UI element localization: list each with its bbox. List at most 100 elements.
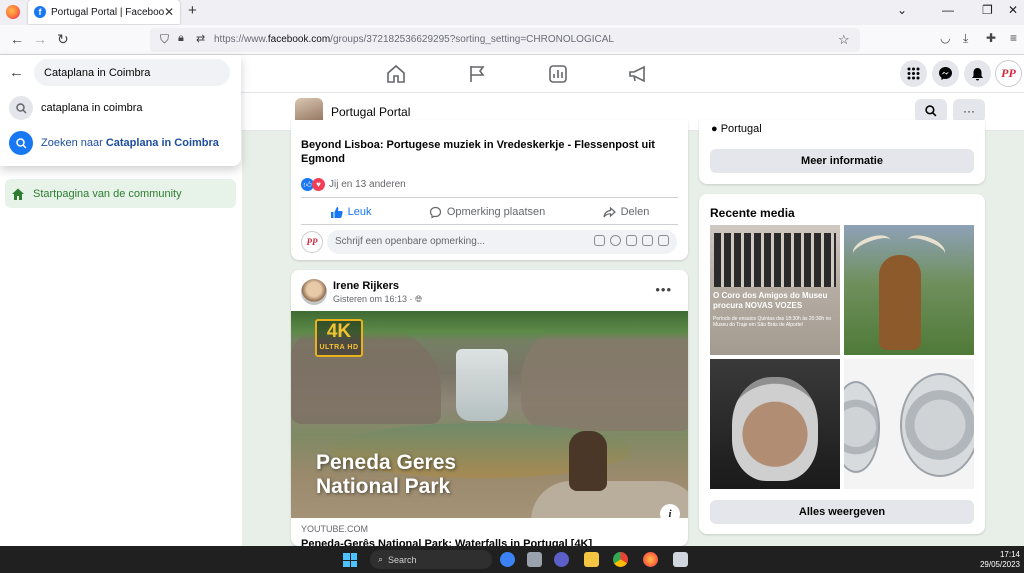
url-text: https://www.facebook.com/groups/37218253… (214, 34, 614, 45)
video-title-overlay: Peneda Geres National Park (316, 451, 457, 498)
search-icon: ⌕ (378, 554, 389, 564)
link-title[interactable]: Beyond Lisboa: Portugese muziek in Vrede… (301, 138, 671, 166)
link-source: YOUTUBE.COM (301, 524, 369, 534)
close-window-icon[interactable]: ✕ (1008, 3, 1018, 17)
commenter-avatar[interactable]: PP (301, 231, 323, 253)
profile-avatar[interactable]: PP (995, 60, 1022, 87)
notifications-bell-icon[interactable] (964, 60, 991, 87)
minimize-icon[interactable]: — (942, 3, 954, 17)
browser-tab-strip: f Portugal Portal | Facebook ✕ + ⌄ — ❐ ✕ (0, 0, 1024, 25)
post-card: Irene Rijkers Gisteren om 16:13 · 🌐︎ •••… (291, 270, 688, 546)
4k-badge: 4K ULTRA HD (315, 319, 363, 357)
avatar-sticker-icon[interactable] (594, 235, 605, 246)
divider (301, 197, 678, 198)
info-icon[interactable]: i (660, 504, 680, 518)
chat-app-icon[interactable] (500, 552, 515, 567)
video-thumbnail[interactable]: 4K ULTRA HD Peneda Geres National Park i (291, 311, 688, 518)
extensions-icon[interactable]: ✚ (986, 31, 996, 45)
love-reaction-icon: ♥ (312, 178, 325, 191)
menu-icon[interactable]: ≡ (1010, 31, 1017, 45)
media-thumbnail-choir[interactable]: O Coro dos Amigos do Museu procura NOVAS… (710, 225, 840, 355)
home-icon (12, 188, 24, 200)
recent-media-card: Recente media O Coro dos Amigos do Museu… (699, 194, 985, 534)
megaphone-icon[interactable] (627, 63, 649, 85)
thumbs-up-icon (330, 206, 343, 218)
messenger-icon[interactable] (932, 60, 959, 87)
reactions-summary[interactable]: 👍︎ ♥ Jij en 13 anderen (301, 178, 406, 191)
comment-composer: PP Schrijf een openbare opmerking... (301, 230, 678, 254)
lock-icon[interactable]: 🔒︎ (178, 32, 184, 45)
emoji-icon[interactable] (610, 235, 621, 246)
reload-icon[interactable]: ↻ (57, 31, 69, 48)
close-tab-icon[interactable]: ✕ (164, 5, 174, 19)
insights-chart-icon[interactable] (547, 63, 569, 85)
restore-icon[interactable]: ❐ (982, 3, 993, 17)
clock[interactable]: 17:14 29/05/2023 (980, 550, 1020, 570)
browser-tab-facebook[interactable]: f Portugal Portal | Facebook ✕ (28, 0, 180, 24)
sidebar-item-label: Startpagina van de community (33, 187, 182, 200)
gif-icon[interactable] (642, 235, 653, 246)
shield-icon[interactable]: ⛉ (160, 32, 169, 47)
location-text: ● Portugal (711, 123, 762, 135)
camera-icon[interactable] (626, 235, 637, 246)
file-explorer-icon[interactable] (584, 552, 599, 567)
browser-nav-bar: ← → ↻ ⛉ 🔒︎ ⇄ https://www.facebook.com/gr… (0, 25, 1024, 55)
teams-icon[interactable] (554, 552, 569, 567)
more-dots-icon: ··· (963, 104, 975, 118)
pocket-icon[interactable]: ◡ (940, 31, 950, 45)
sidebar-item-community-home[interactable]: Startpagina van de community (5, 179, 236, 208)
comment-icon (429, 206, 441, 219)
comment-button[interactable]: Opmerking plaatsen (429, 206, 545, 219)
firefox-taskbar-icon[interactable] (643, 552, 658, 567)
media-thumbnail-portrait[interactable] (710, 359, 840, 489)
recent-media-title: Recente media (710, 206, 795, 220)
chevron-down-icon[interactable]: ⌄ (897, 3, 907, 17)
share-icon (602, 206, 616, 217)
waterfall-image (456, 349, 508, 421)
like-button[interactable]: Leuk (330, 206, 372, 219)
search-input[interactable] (34, 59, 230, 86)
search-suggestion[interactable]: cataplana in coimbra (9, 96, 143, 120)
share-button[interactable]: Delen (602, 206, 649, 219)
facebook-favicon-icon: f (34, 6, 46, 18)
comment-input[interactable]: Schrijf een openbare opmerking... (327, 230, 677, 254)
media-thumbnail-coins[interactable] (844, 359, 974, 489)
firefox-icon[interactable] (6, 5, 20, 19)
download-icon[interactable]: ⤓ (963, 31, 968, 46)
divider (301, 224, 678, 225)
chrome-icon[interactable] (613, 552, 628, 567)
search-for-query[interactable]: Zoeken naar Cataplana in Coimbra (9, 131, 219, 155)
group-name[interactable]: Portugal Portal (331, 105, 410, 119)
pages-flag-icon[interactable] (466, 63, 488, 85)
menu-grid-icon[interactable] (900, 60, 927, 87)
notepad-icon[interactable] (673, 552, 688, 567)
search-icon (9, 96, 33, 120)
windows-taskbar: ⌕ Search 17:14 29/05/2023 (0, 546, 1024, 573)
search-for-text: Zoeken naar Cataplana in Coimbra (41, 137, 219, 149)
reactions-text: Jij en 13 anderen (329, 179, 406, 190)
bookmark-star-icon[interactable]: ☆ (838, 32, 850, 48)
post-timestamp[interactable]: Gisteren om 16:13 · 🌐︎ (333, 294, 422, 305)
link-title[interactable]: Peneda-Gerês National Park: Waterfalls i… (301, 538, 592, 546)
back-icon[interactable]: ← (10, 31, 24, 47)
author-name[interactable]: Irene Rijkers (333, 280, 399, 292)
more-info-button[interactable]: Meer informatie (710, 149, 974, 173)
taskbar-search[interactable]: ⌕ Search (370, 550, 492, 569)
show-all-button[interactable]: Alles weergeven (710, 500, 974, 524)
sticker-icon[interactable] (658, 235, 669, 246)
windows-start-icon[interactable] (343, 553, 357, 567)
forward-icon[interactable]: → (33, 31, 47, 47)
post-card: Beyond Lisboa: Portugese muziek in Vrede… (291, 120, 688, 260)
task-view-icon[interactable] (527, 552, 542, 567)
post-options-icon[interactable]: ••• (655, 282, 672, 297)
address-bar[interactable]: ⛉ 🔒︎ ⇄ https://www.facebook.com/groups/3… (150, 28, 860, 52)
media-thumbnail-bull[interactable] (844, 225, 974, 355)
permissions-icon[interactable]: ⇄ (196, 32, 205, 45)
search-icon (925, 105, 937, 117)
search-dropdown: ← cataplana in coimbra Zoeken naar Catap… (0, 55, 241, 166)
back-arrow-icon[interactable]: ← (9, 64, 24, 81)
home-icon[interactable] (385, 63, 407, 85)
suggestion-text: cataplana in coimbra (41, 102, 143, 114)
author-avatar[interactable] (301, 279, 327, 305)
new-tab-icon[interactable]: + (188, 2, 197, 19)
